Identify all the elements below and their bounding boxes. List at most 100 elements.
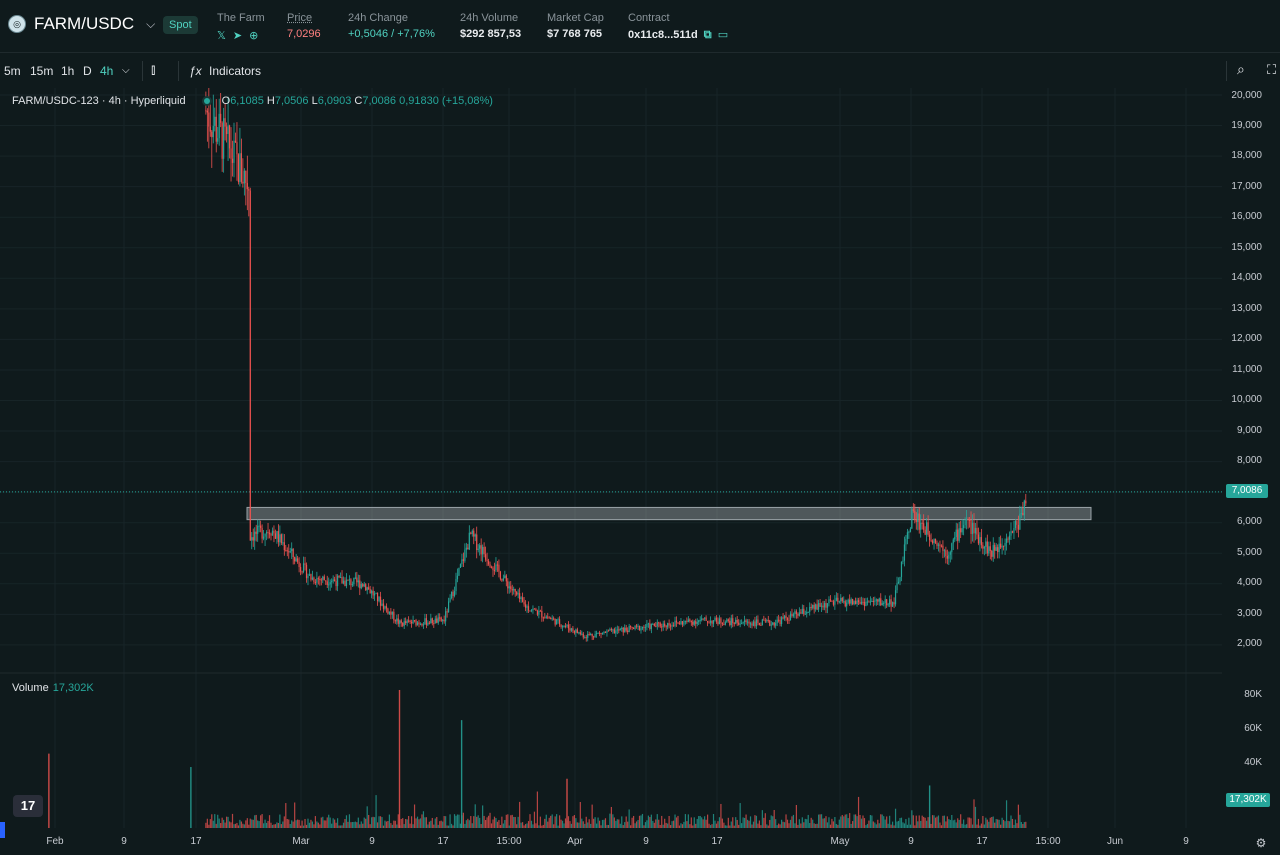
candle-body	[711, 620, 713, 624]
indicators-button[interactable]: Indicators	[209, 64, 261, 78]
candle-body	[746, 621, 749, 623]
candle-body	[803, 608, 805, 615]
time-tick: Jun	[1106, 836, 1124, 847]
volume-bar	[239, 819, 241, 828]
candle-body	[356, 577, 358, 583]
candle-body	[581, 633, 583, 635]
settings-gear-icon[interactable]: ⚙	[1256, 836, 1267, 850]
volume-bar	[427, 824, 429, 828]
stat-label: Contract	[628, 12, 670, 24]
timeframe-5m[interactable]: 5m	[4, 64, 21, 78]
volume-bar	[276, 822, 278, 828]
timeframe-15m[interactable]: 15m	[30, 64, 53, 78]
candle-body	[560, 624, 562, 628]
volume-bar	[368, 814, 370, 828]
candle-body	[1008, 535, 1011, 540]
candle-body	[852, 598, 854, 605]
telegram-icon[interactable]: ➤	[233, 29, 242, 42]
candle-body	[853, 601, 855, 605]
volume-bar	[1002, 819, 1005, 828]
volume-bar	[979, 825, 981, 828]
volume-bar	[812, 819, 814, 828]
candle-body	[297, 558, 299, 562]
volume-bar	[621, 816, 623, 828]
volume-bar	[214, 814, 216, 828]
candle-body	[576, 629, 578, 633]
candle-body	[877, 599, 879, 602]
external-link-icon[interactable]: ⧉	[704, 29, 712, 41]
candle-body	[704, 617, 706, 619]
candle-body	[829, 599, 832, 601]
volume-bar	[489, 812, 491, 828]
time-tick: 9	[908, 836, 914, 847]
candle-body	[948, 554, 950, 559]
candle-body	[786, 618, 789, 621]
candlestick-chart[interactable]	[0, 88, 1222, 828]
candle-body	[558, 619, 561, 625]
timeframe-dropdown-icon[interactable]: ⌵	[122, 65, 130, 76]
volume-bar	[445, 816, 447, 828]
x-icon[interactable]: 𝕏	[217, 29, 226, 42]
candle-type-icon[interactable]: ⫾	[151, 61, 155, 78]
candle-body	[447, 601, 450, 613]
volume-bar	[640, 815, 642, 828]
zoom-search-icon[interactable]: ⌕	[1237, 61, 1245, 78]
candle-body	[524, 604, 527, 608]
side-handle[interactable]	[0, 822, 5, 838]
volume-bar	[613, 817, 615, 828]
volume-bar	[769, 819, 771, 828]
candle-body	[301, 571, 303, 573]
candle-body	[492, 567, 494, 571]
candle-body	[828, 599, 830, 604]
globe-icon[interactable]: ⊕	[249, 29, 258, 42]
volume-bar	[994, 822, 996, 828]
candle-body	[826, 603, 829, 608]
candle-body	[647, 623, 649, 625]
candle-body	[878, 598, 880, 602]
candle-body	[304, 563, 306, 565]
candle-body	[739, 623, 741, 625]
candle-body	[665, 625, 667, 628]
tradingview-logo-icon[interactable]: 17	[13, 795, 43, 817]
volume-bar	[1001, 817, 1003, 828]
volume-bar	[479, 817, 481, 828]
indicators-icon[interactable]: ƒx	[189, 64, 202, 78]
candle-body	[328, 584, 330, 586]
candle-body	[422, 624, 425, 626]
volume-bar	[388, 814, 390, 828]
volume-bar	[442, 821, 444, 828]
candle-body	[846, 602, 848, 607]
candle-body	[813, 604, 815, 610]
pair-selector[interactable]: ◎ FARM/USDC ⌵	[8, 14, 155, 34]
stat-label: 24h Change	[348, 12, 408, 24]
volume-bar	[970, 818, 972, 828]
volume-bar	[761, 810, 763, 828]
fullscreen-icon[interactable]: ⛶	[1267, 62, 1276, 78]
candle-body	[738, 622, 740, 625]
timeframe-d[interactable]: D	[83, 64, 92, 78]
candle-body	[630, 625, 632, 627]
candle-body	[538, 610, 540, 615]
volume-bar	[739, 803, 741, 828]
volume-bar	[319, 824, 321, 828]
volume-bar	[730, 821, 732, 828]
candle-body	[322, 576, 324, 580]
timeframe-1h[interactable]: 1h	[61, 64, 74, 78]
candle-body	[246, 183, 248, 190]
price-axis[interactable]: 20,000 19,000 18,000 17,000 16,000 15,00…	[1222, 88, 1280, 838]
volume-bar	[279, 814, 281, 828]
candle-body	[535, 608, 537, 611]
volume-bar	[934, 817, 937, 828]
candle-body	[914, 510, 916, 520]
candle-body	[671, 625, 673, 627]
chevron-down-icon[interactable]: ⌵	[146, 17, 155, 32]
volume-bar	[369, 824, 371, 828]
volume-bar	[788, 823, 790, 828]
candle-body	[683, 621, 685, 625]
copy-icon[interactable]: ▭	[718, 29, 728, 41]
volume-bar	[541, 825, 543, 828]
timeframe-4h[interactable]: 4h	[100, 64, 113, 78]
volume-bar	[437, 824, 439, 828]
volume-bar	[911, 810, 913, 828]
contract-address[interactable]: 0x11c8...511d	[628, 29, 698, 41]
